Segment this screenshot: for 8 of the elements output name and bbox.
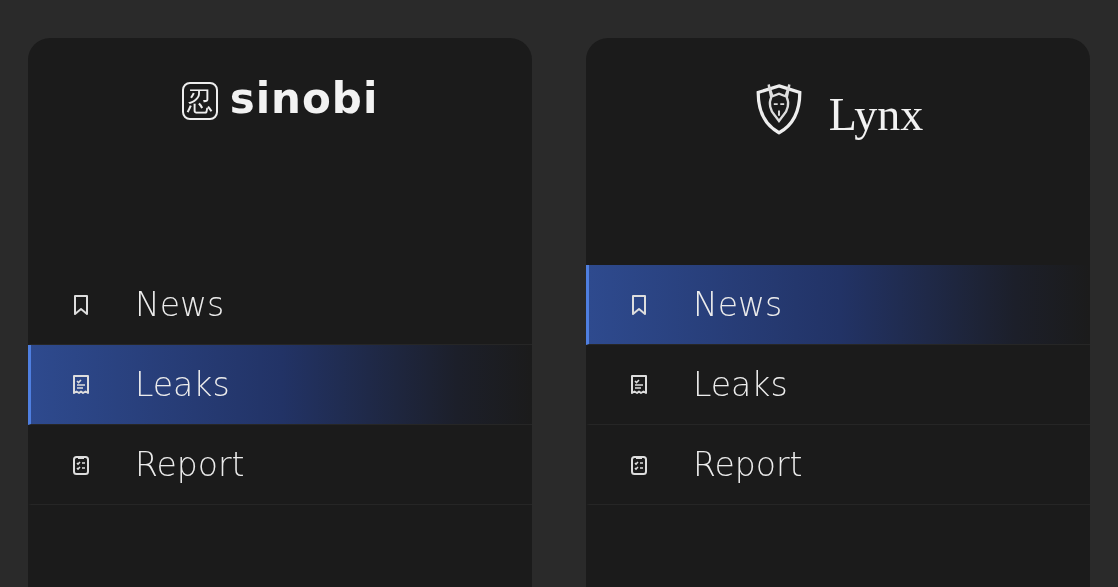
menu-item[interactable]: Leaks <box>586 345 1090 425</box>
logo-text: sinobi <box>229 78 379 120</box>
menu-item[interactable]: Leaks <box>28 345 532 425</box>
logo-seal: 忍 <box>181 82 218 120</box>
logo-text: Lynx <box>828 92 924 138</box>
menu-item[interactable]: Report <box>28 425 532 505</box>
menu-item[interactable]: News <box>586 265 1090 345</box>
menu-item[interactable]: Report <box>586 425 1090 505</box>
